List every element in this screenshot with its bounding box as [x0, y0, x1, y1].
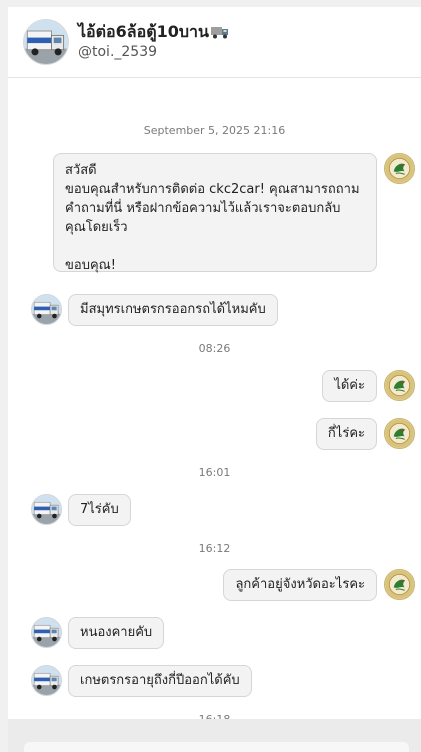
- message-list: September 5, 2025 21:16 สวัสดี ขอบคุณสำห…: [8, 78, 421, 726]
- truck-emoji-icon: [210, 24, 229, 43]
- chat-window: ไอ้ต่อ6ล้อตู้10บาน @toi._2539 September …: [8, 7, 421, 752]
- contact-name-text: ไอ้ต่อ6ล้อตู้10บาน: [78, 22, 209, 41]
- outgoing-message: ลูกค้าอยู่จังหวัดอะไรคะ: [223, 569, 377, 601]
- bot-logo-avatar[interactable]: [384, 569, 415, 600]
- contact-avatar[interactable]: [23, 19, 69, 65]
- bot-logo-avatar[interactable]: [384, 370, 415, 401]
- outgoing-message: ได้ค่ะ: [322, 370, 377, 402]
- incoming-message: หนองคายคับ: [68, 617, 165, 649]
- timestamp: 16:12: [198, 542, 231, 555]
- bot-logo-avatar[interactable]: [384, 153, 415, 184]
- timestamp: September 5, 2025 21:16: [143, 124, 286, 137]
- contact-truck-avatar[interactable]: [31, 494, 62, 525]
- contact-name: ไอ้ต่อ6ล้อตู้10บาน: [78, 20, 229, 45]
- contact-truck-avatar[interactable]: [31, 294, 62, 325]
- contact-handle: @toi._2539: [78, 44, 158, 60]
- contact-truck-avatar[interactable]: [31, 665, 62, 696]
- message-input[interactable]: [24, 742, 409, 752]
- outgoing-message: กี่ไร่คะ: [315, 418, 377, 450]
- contact-truck-avatar[interactable]: [31, 617, 62, 648]
- conversation-header: ไอ้ต่อ6ล้อตู้10บาน @toi._2539: [8, 7, 421, 78]
- incoming-message: 7ไร่คับ: [68, 494, 131, 526]
- outgoing-message: สวัสดี ขอบคุณสำหรับการติดต่อ ckc2car! คุ…: [53, 153, 377, 273]
- incoming-message: เกษตรกรอายุถึงกี่ปีออกได้คับ: [68, 665, 252, 697]
- timestamp: 08:26: [198, 342, 231, 355]
- bot-logo-avatar[interactable]: [384, 418, 415, 449]
- composer-area: [8, 719, 421, 752]
- incoming-message: มีสมุทรเกษตรกรออกรถได้ไหมคับ: [68, 294, 278, 326]
- timestamp: 16:01: [198, 466, 231, 479]
